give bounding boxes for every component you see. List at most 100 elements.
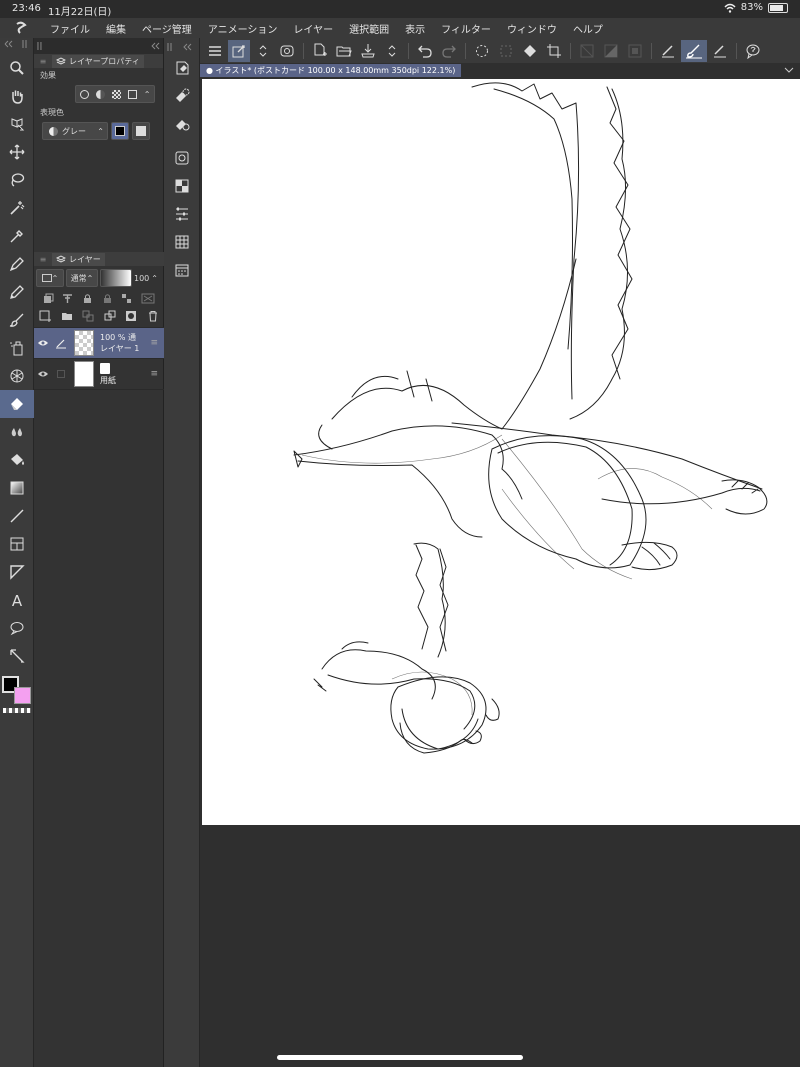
fill-bucket-icon[interactable]	[519, 40, 541, 62]
new-file-icon[interactable]	[309, 40, 331, 62]
save-icon[interactable]	[357, 40, 379, 62]
app-logo-icon[interactable]	[0, 21, 42, 35]
magic-wand-icon[interactable]	[0, 194, 34, 222]
panel-menu-icon[interactable]: ≡	[34, 57, 52, 66]
list-settings-icon[interactable]	[164, 200, 200, 228]
mask-enable-icon[interactable]	[121, 293, 132, 304]
mask-disabled-icon[interactable]	[141, 293, 155, 304]
new-raster-layer-icon[interactable]	[39, 310, 52, 322]
transparent-color-swatch[interactable]	[3, 708, 31, 713]
menu-page[interactable]: ページ管理	[134, 21, 200, 36]
modifier-key-icon[interactable]	[228, 39, 250, 62]
tone-icon[interactable]	[164, 172, 200, 200]
menu-view[interactable]: 表示	[397, 21, 433, 36]
create-mask-icon[interactable]	[125, 310, 137, 322]
text-icon[interactable]: A	[0, 586, 34, 614]
deselect-icon[interactable]	[471, 40, 493, 62]
object-select-icon[interactable]	[0, 110, 34, 138]
edge-keyboard-icon[interactable]	[276, 40, 298, 62]
color-swatches[interactable]	[0, 676, 33, 716]
blend-mode-select[interactable]: 通常 ⌃	[66, 269, 98, 287]
move-icon[interactable]	[0, 138, 34, 166]
drag-handle-icon[interactable]: ≡	[150, 369, 158, 379]
eyedropper-icon[interactable]	[0, 222, 34, 250]
clip-icon[interactable]	[43, 293, 54, 304]
clear-outside-icon[interactable]	[164, 82, 200, 110]
pencil-icon[interactable]	[0, 278, 34, 306]
fill-icon[interactable]	[0, 446, 34, 474]
layer-color-select[interactable]: ⌃	[36, 269, 64, 287]
tone-effect-icon[interactable]	[111, 89, 121, 99]
pencil-stroke-icon[interactable]	[709, 40, 731, 62]
canvas-size-icon[interactable]	[576, 40, 598, 62]
blend-icon[interactable]	[0, 418, 34, 446]
airbrush-icon[interactable]	[0, 334, 34, 362]
drawing-canvas[interactable]	[202, 79, 800, 825]
select-layer-icon[interactable]	[495, 40, 517, 62]
layer-frame-icon[interactable]	[624, 40, 646, 62]
pen-icon[interactable]	[0, 250, 34, 278]
flip-icon[interactable]	[600, 40, 622, 62]
eraser-icon[interactable]	[0, 390, 34, 418]
tab-layer[interactable]: レイヤー	[52, 252, 105, 266]
drag-handle-icon[interactable]: ≡	[150, 338, 158, 348]
menu-help[interactable]: ヘルプ	[565, 21, 611, 36]
home-indicator[interactable]	[277, 1055, 523, 1060]
tab-layer-property[interactable]: レイヤープロパティ	[52, 54, 144, 68]
fill-selection-icon[interactable]	[164, 110, 200, 138]
balloon-icon[interactable]	[0, 614, 34, 642]
ruler-icon[interactable]	[0, 558, 34, 586]
trash-icon[interactable]	[147, 310, 159, 322]
chevron-updown-icon[interactable]	[381, 40, 403, 62]
sub-color-swatch[interactable]	[14, 687, 31, 704]
close-dot-icon[interactable]: ●	[206, 66, 216, 75]
decoration-icon[interactable]	[0, 362, 34, 390]
reference-icon[interactable]	[62, 293, 73, 304]
line-icon[interactable]	[0, 502, 34, 530]
effect-buttons[interactable]: ⌃	[75, 85, 155, 103]
chevron-down-icon[interactable]	[784, 66, 794, 74]
brush-icon[interactable]	[0, 306, 34, 334]
layer-row[interactable]: 用紙 ≡	[34, 359, 164, 390]
pen-edit-icon[interactable]	[52, 337, 70, 349]
opacity-value[interactable]: 100	[134, 274, 149, 283]
chevron-updown-icon[interactable]: ⌃	[151, 274, 158, 283]
brush-stroke-icon[interactable]	[681, 39, 707, 62]
chevron-updown-icon[interactable]	[252, 40, 274, 62]
document-tab[interactable]: ● イラスト* (ポストカード 100.00 x 148.00mm 350dpi…	[200, 64, 462, 77]
crop-icon[interactable]	[543, 40, 565, 62]
undo-icon[interactable]	[414, 40, 436, 62]
redo-icon[interactable]	[438, 40, 460, 62]
pen-stroke-icon[interactable]	[657, 40, 679, 62]
transfer-down-icon[interactable]	[82, 310, 94, 322]
menu-animation[interactable]: アニメーション	[200, 21, 286, 36]
new-folder-icon[interactable]	[61, 310, 73, 322]
menu-filter[interactable]: フィルター	[433, 21, 499, 36]
help-icon[interactable]	[742, 40, 764, 62]
opacity-slider[interactable]	[100, 269, 132, 287]
menu-edit[interactable]: 編集	[98, 21, 134, 36]
combine-down-icon[interactable]	[104, 310, 116, 322]
eye-icon[interactable]	[34, 339, 52, 347]
convert-icon[interactable]	[164, 144, 200, 172]
menu-layer[interactable]: レイヤー	[285, 21, 341, 36]
lasso-icon[interactable]	[0, 166, 34, 194]
gradient-icon[interactable]	[0, 474, 34, 502]
zoom-icon[interactable]	[0, 54, 34, 82]
grid-icon[interactable]	[164, 228, 200, 256]
menu-file[interactable]: ファイル	[42, 21, 98, 36]
calendar-icon[interactable]	[164, 256, 200, 284]
lock-transparency-icon[interactable]	[102, 293, 113, 304]
expression-color-select[interactable]: グレー ⌃	[42, 122, 108, 140]
clear-layer-icon[interactable]	[164, 54, 200, 82]
sub-color-toggle[interactable]	[132, 122, 150, 140]
menu-window[interactable]: ウィンドウ	[499, 21, 565, 36]
frame-icon[interactable]	[0, 530, 34, 558]
layer-color-icon[interactable]	[127, 89, 137, 99]
hamburger-menu-icon[interactable]	[204, 40, 226, 62]
eye-icon[interactable]	[34, 370, 52, 378]
panel-menu-icon[interactable]: ≡	[34, 255, 52, 264]
canvas-area[interactable]	[200, 77, 800, 1067]
extract-line-icon[interactable]	[95, 89, 105, 99]
main-color-toggle[interactable]	[111, 122, 129, 140]
